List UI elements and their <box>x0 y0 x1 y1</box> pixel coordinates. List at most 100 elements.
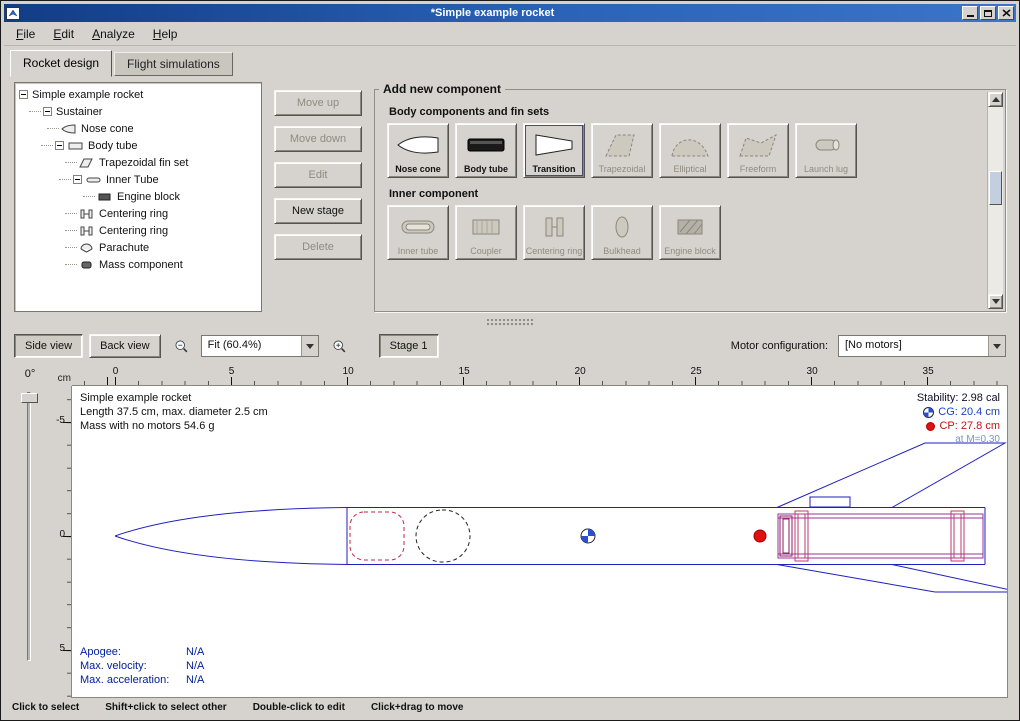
elliptical-fin-icon <box>668 128 712 162</box>
tree-item-rocket[interactable]: Simple example rocket <box>17 86 259 103</box>
centering-ring-icon <box>79 225 95 236</box>
app-logo-icon <box>8 9 18 18</box>
tree-item-parachute[interactable]: Parachute <box>17 239 259 256</box>
tree-item-stage[interactable]: Sustainer <box>17 103 259 120</box>
zoom-value: Fit (60.4%) <box>202 336 301 356</box>
horizontal-ruler: 0 5 10 15 20 25 30 35 <box>72 366 1008 386</box>
splitter-grip <box>487 323 533 325</box>
window-icon[interactable] <box>6 7 20 20</box>
scroll-down-button[interactable] <box>988 294 1003 309</box>
add-nose-cone-button[interactable]: Nose cone <box>387 123 449 178</box>
move-up-button[interactable]: Move up <box>274 90 362 116</box>
tree-item-body-tube[interactable]: Body tube <box>17 137 259 154</box>
collapse-icon[interactable] <box>73 175 82 184</box>
stability-info: Stability: 2.98 cal CG: 20.4 cm CP: 27.8… <box>917 391 1000 447</box>
cp-readout: CP: 27.8 cm <box>917 419 1000 433</box>
stage-1-toggle[interactable]: Stage 1 <box>379 334 439 358</box>
add-inner-tube-button[interactable]: Inner tube <box>387 205 449 260</box>
collapse-icon[interactable] <box>55 141 64 150</box>
max-acceleration-label: Max. acceleration: <box>80 673 186 687</box>
rocket-dimensions: Length 37.5 cm, max. diameter 2.5 cm <box>80 405 268 419</box>
rotation-slider-thumb[interactable] <box>21 393 38 403</box>
minimize-icon <box>967 15 974 17</box>
inner-tube-outline[interactable] <box>778 514 983 558</box>
magnifier-plus-icon <box>332 337 346 355</box>
scrollbar-track[interactable] <box>988 107 1003 294</box>
rocket-canvas[interactable]: Simple example rocket Length 37.5 cm, ma… <box>72 386 1008 698</box>
move-down-button[interactable]: Move down <box>274 126 362 152</box>
rotation-slider[interactable] <box>27 392 31 661</box>
pane-splitter[interactable] <box>4 316 1016 328</box>
design-top-section: Simple example rocket Sustainer Nose con… <box>4 76 1016 316</box>
inner-tube-icon <box>396 210 440 244</box>
tree-actions: Move up Move down Edit New stage Delete <box>274 82 362 312</box>
scrollbar-thumb[interactable] <box>989 171 1002 205</box>
cg-icon <box>923 407 934 418</box>
zoom-combobox[interactable]: Fit (60.4%) <box>201 335 319 357</box>
launch-lug-outline <box>810 497 850 507</box>
menu-analyze[interactable]: Analyze <box>84 24 143 44</box>
body-tube-icon <box>464 128 508 162</box>
close-button[interactable] <box>998 6 1014 20</box>
scroll-up-button[interactable] <box>988 92 1003 107</box>
tab-flight-simulations[interactable]: Flight simulations <box>114 52 233 76</box>
nose-cone-outline[interactable] <box>115 508 347 565</box>
add-elliptical-fin-button[interactable]: Elliptical <box>659 123 721 178</box>
collapse-icon[interactable] <box>19 90 28 99</box>
add-launch-lug-button[interactable]: Launch lug <box>795 123 857 178</box>
add-freeform-fin-button[interactable]: Freeform <box>727 123 789 178</box>
motor-configuration-label: Motor configuration: <box>731 340 828 352</box>
chevron-down-icon[interactable] <box>301 336 318 356</box>
splitter-grip <box>487 319 533 321</box>
tree-item-mass-component[interactable]: Mass component <box>17 256 259 273</box>
rocket-plot: cm 0 5 10 15 20 25 30 35 -5 0 5 <box>52 366 1008 697</box>
motor-configuration-combobox[interactable]: [No motors] <box>838 335 1006 357</box>
rotation-value: 0° <box>8 368 52 380</box>
edit-button[interactable]: Edit <box>274 162 362 188</box>
side-view-button[interactable]: Side view <box>14 334 83 358</box>
add-centering-ring-button[interactable]: Centering ring <box>523 205 585 260</box>
rocket-view-area: 0° cm 0 5 10 15 20 25 30 35 -5 0 <box>4 364 1016 697</box>
zoom-in-button[interactable] <box>325 334 353 358</box>
body-tube-outline[interactable] <box>347 508 985 565</box>
new-stage-button[interactable]: New stage <box>274 198 362 224</box>
back-view-button[interactable]: Back view <box>89 334 161 358</box>
add-coupler-button[interactable]: Coupler <box>455 205 517 260</box>
main-tabs: Rocket design Flight simulations <box>4 46 1016 76</box>
centering-ring-icon <box>532 210 576 244</box>
cg-symbol <box>581 529 595 543</box>
arrow-down-icon <box>992 299 1000 304</box>
tree-item-centering-ring-2[interactable]: Centering ring <box>17 222 259 239</box>
component-scrollbar[interactable] <box>987 92 1003 309</box>
chevron-down-icon[interactable] <box>988 336 1005 356</box>
menu-edit[interactable]: Edit <box>45 24 82 44</box>
collapse-icon[interactable] <box>43 107 52 116</box>
tree-item-nose-cone[interactable]: Nose cone <box>17 120 259 137</box>
add-transition-button[interactable]: Transition <box>523 123 585 178</box>
view-toolbar: Side view Back view Fit (60.4%) Stage 1 … <box>4 328 1016 364</box>
body-components-label: Body components and fin sets <box>389 106 983 118</box>
add-bulkhead-button[interactable]: Bulkhead <box>591 205 653 260</box>
tab-rocket-design[interactable]: Rocket design <box>10 50 112 77</box>
menu-file[interactable]: File <box>8 24 43 44</box>
delete-button[interactable]: Delete <box>274 234 362 260</box>
add-body-tube-button[interactable]: Body tube <box>455 123 517 178</box>
parachute-outline[interactable] <box>350 512 404 560</box>
menu-help[interactable]: Help <box>145 24 186 44</box>
engine-block-icon <box>97 191 113 202</box>
add-trapezoidal-fin-button[interactable]: Trapezoidal <box>591 123 653 178</box>
body-component-buttons: Nose cone Body tube Transition Trapezoid… <box>387 123 983 178</box>
tree-item-engine-block[interactable]: Engine block <box>17 188 259 205</box>
tree-item-fin-set[interactable]: Trapezoidal fin set <box>17 154 259 171</box>
engine-block-outline[interactable] <box>780 516 792 556</box>
add-engine-block-button[interactable]: Engine block <box>659 205 721 260</box>
zoom-out-button[interactable] <box>167 334 195 358</box>
tree-item-inner-tube[interactable]: Inner Tube <box>17 171 259 188</box>
maximize-button[interactable] <box>980 6 996 20</box>
mass-component-outline[interactable] <box>416 510 470 562</box>
minimize-button[interactable] <box>962 6 978 20</box>
titlebar[interactable]: *Simple example rocket <box>4 4 1016 22</box>
tree-item-centering-ring-1[interactable]: Centering ring <box>17 205 259 222</box>
component-tree[interactable]: Simple example rocket Sustainer Nose con… <box>14 82 262 312</box>
rocket-info: Simple example rocket Length 37.5 cm, ma… <box>80 391 268 433</box>
